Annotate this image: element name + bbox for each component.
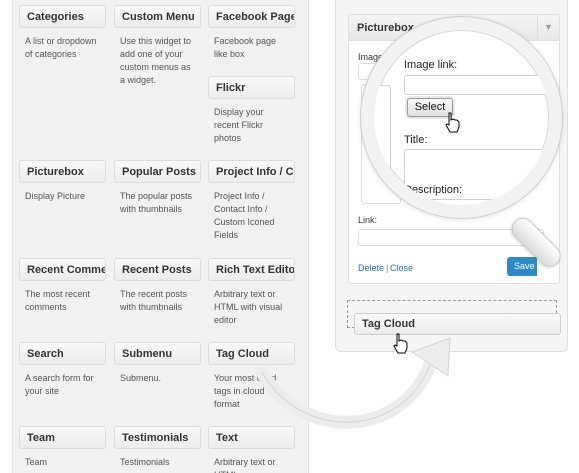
hand-cursor-icon: [393, 333, 408, 354]
widget-title[interactable]: Categories: [19, 5, 106, 28]
widget-title[interactable]: Recent Posts: [114, 258, 201, 281]
widget-description: Project Info / Contact Info / Custom Ico…: [214, 191, 275, 240]
widget-description: Display your recent Flickr photos: [214, 107, 264, 143]
zoomed-description-label: Description:: [404, 184, 463, 196]
widget-recent-posts[interactable]: Recent Posts The recent posts with thumb…: [114, 258, 201, 314]
hand-cursor-icon: [445, 112, 460, 133]
widget-team[interactable]: Team Team: [19, 426, 106, 469]
widget-description: Arbitrary text or HTML: [214, 457, 276, 473]
widget-description: Testimonials: [120, 457, 170, 467]
zoomed-image-link-input[interactable]: [404, 75, 548, 95]
widget-project-info[interactable]: Project Info / Contact Info Project Info…: [208, 160, 295, 242]
widget-title[interactable]: Text: [208, 426, 295, 449]
link-label: Link:: [358, 215, 378, 225]
widget-tag-cloud[interactable]: Tag Cloud Your most used tags in cloud f…: [208, 342, 295, 411]
widget-custom-menu[interactable]: Custom Menu Use this widget to add one o…: [114, 5, 201, 87]
widget-description: The popular posts with thumbnails: [120, 191, 193, 214]
widget-title[interactable]: Picturebox: [19, 160, 106, 183]
link-separator: |: [386, 263, 389, 273]
widget-description: Your most used tags in cloud format: [214, 373, 277, 409]
widget-popular-posts[interactable]: Popular Posts The popular posts with thu…: [114, 160, 201, 216]
widget-flickr[interactable]: Flickr Display your recent Flickr photos: [208, 76, 295, 145]
widget-title[interactable]: Popular Posts: [114, 160, 201, 183]
widget-title[interactable]: Flickr: [208, 76, 295, 99]
zoomed-image-link-label: Image link:: [404, 59, 458, 71]
magnified-form: Image link: Select Title: Description:: [374, 30, 549, 205]
widget-title[interactable]: Submenu: [114, 342, 201, 365]
widget-search[interactable]: Search A search form for your site: [19, 342, 106, 398]
widget-description: Team: [25, 457, 48, 467]
widget-title[interactable]: Search: [19, 342, 106, 365]
widget-picturebox[interactable]: Picturebox Display Picture: [19, 160, 106, 203]
zoomed-edge-field: [374, 85, 391, 205]
widgets-screen: Categories A list or dropdown of categor…: [0, 0, 579, 473]
delete-link[interactable]: Delete: [358, 263, 384, 273]
widget-facebook-page[interactable]: Facebook Page Facebook page like box: [208, 5, 295, 61]
widget-title[interactable]: Team: [19, 426, 106, 449]
widget-description: A list or dropdown of categories: [25, 36, 97, 59]
close-link[interactable]: Close: [390, 263, 413, 273]
widget-title[interactable]: Rich Text Editor: [208, 258, 295, 281]
widget-description: Display Picture: [25, 191, 86, 201]
widget-description: Facebook page like box: [214, 36, 277, 59]
widget-categories[interactable]: Categories A list or dropdown of categor…: [19, 5, 106, 61]
widget-description: Arbitrary text or HTML with visual edito…: [214, 289, 283, 325]
widget-title[interactable]: Tag Cloud: [208, 342, 295, 365]
widget-title[interactable]: Project Info / Contact Info: [208, 160, 295, 183]
widget-description: The most recent comments: [25, 289, 91, 312]
widget-rich-text-editor[interactable]: Rich Text Editor Arbitrary text or HTML …: [208, 258, 295, 327]
save-button[interactable]: Save: [507, 257, 537, 276]
widget-submenu[interactable]: Submenu Submenu.: [114, 342, 201, 385]
widget-description: Submenu.: [120, 373, 162, 383]
widget-title[interactable]: Custom Menu: [114, 5, 201, 28]
zoomed-title-label: Title:: [404, 134, 428, 146]
widget-description: A search form for your site: [25, 373, 94, 396]
widget-title[interactable]: Testimonials: [114, 426, 201, 449]
widget-testimonials[interactable]: Testimonials Testimonials: [114, 426, 201, 469]
widget-description: The recent posts with thumbnails: [120, 289, 188, 312]
widget-description: Use this widget to add one of your custo…: [120, 36, 192, 85]
widget-recent-comments[interactable]: Recent Comments The most recent comments: [19, 258, 106, 314]
widget-title[interactable]: Facebook Page: [208, 5, 295, 28]
dragged-tag-cloud-widget[interactable]: Tag Cloud: [354, 313, 561, 335]
widget-text[interactable]: Text Arbitrary text or HTML: [208, 426, 295, 473]
widget-title[interactable]: Recent Comments: [19, 258, 106, 281]
